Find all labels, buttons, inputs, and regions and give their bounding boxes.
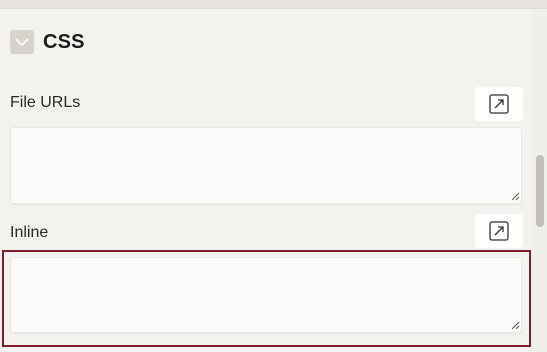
- scrollbar-track[interactable]: [533, 9, 547, 352]
- inline-textarea[interactable]: [10, 257, 522, 333]
- file-urls-label: File URLs: [10, 94, 81, 111]
- expand-arrow-icon: [489, 221, 509, 241]
- file-urls-expand-button[interactable]: [475, 87, 523, 121]
- resize-grip-icon[interactable]: [510, 191, 520, 201]
- section-title: CSS: [43, 30, 85, 53]
- collapse-toggle-button[interactable]: [10, 30, 34, 54]
- chevron-down-icon: [15, 38, 29, 46]
- inline-expand-button[interactable]: [475, 214, 523, 248]
- resize-grip-icon[interactable]: [510, 320, 520, 330]
- file-urls-textarea[interactable]: [10, 127, 522, 204]
- section-header-css: CSS: [10, 28, 85, 56]
- expand-arrow-icon: [489, 94, 509, 114]
- top-divider: [0, 0, 547, 9]
- inline-label: Inline: [10, 224, 49, 241]
- scrollbar-thumb[interactable]: [536, 155, 544, 227]
